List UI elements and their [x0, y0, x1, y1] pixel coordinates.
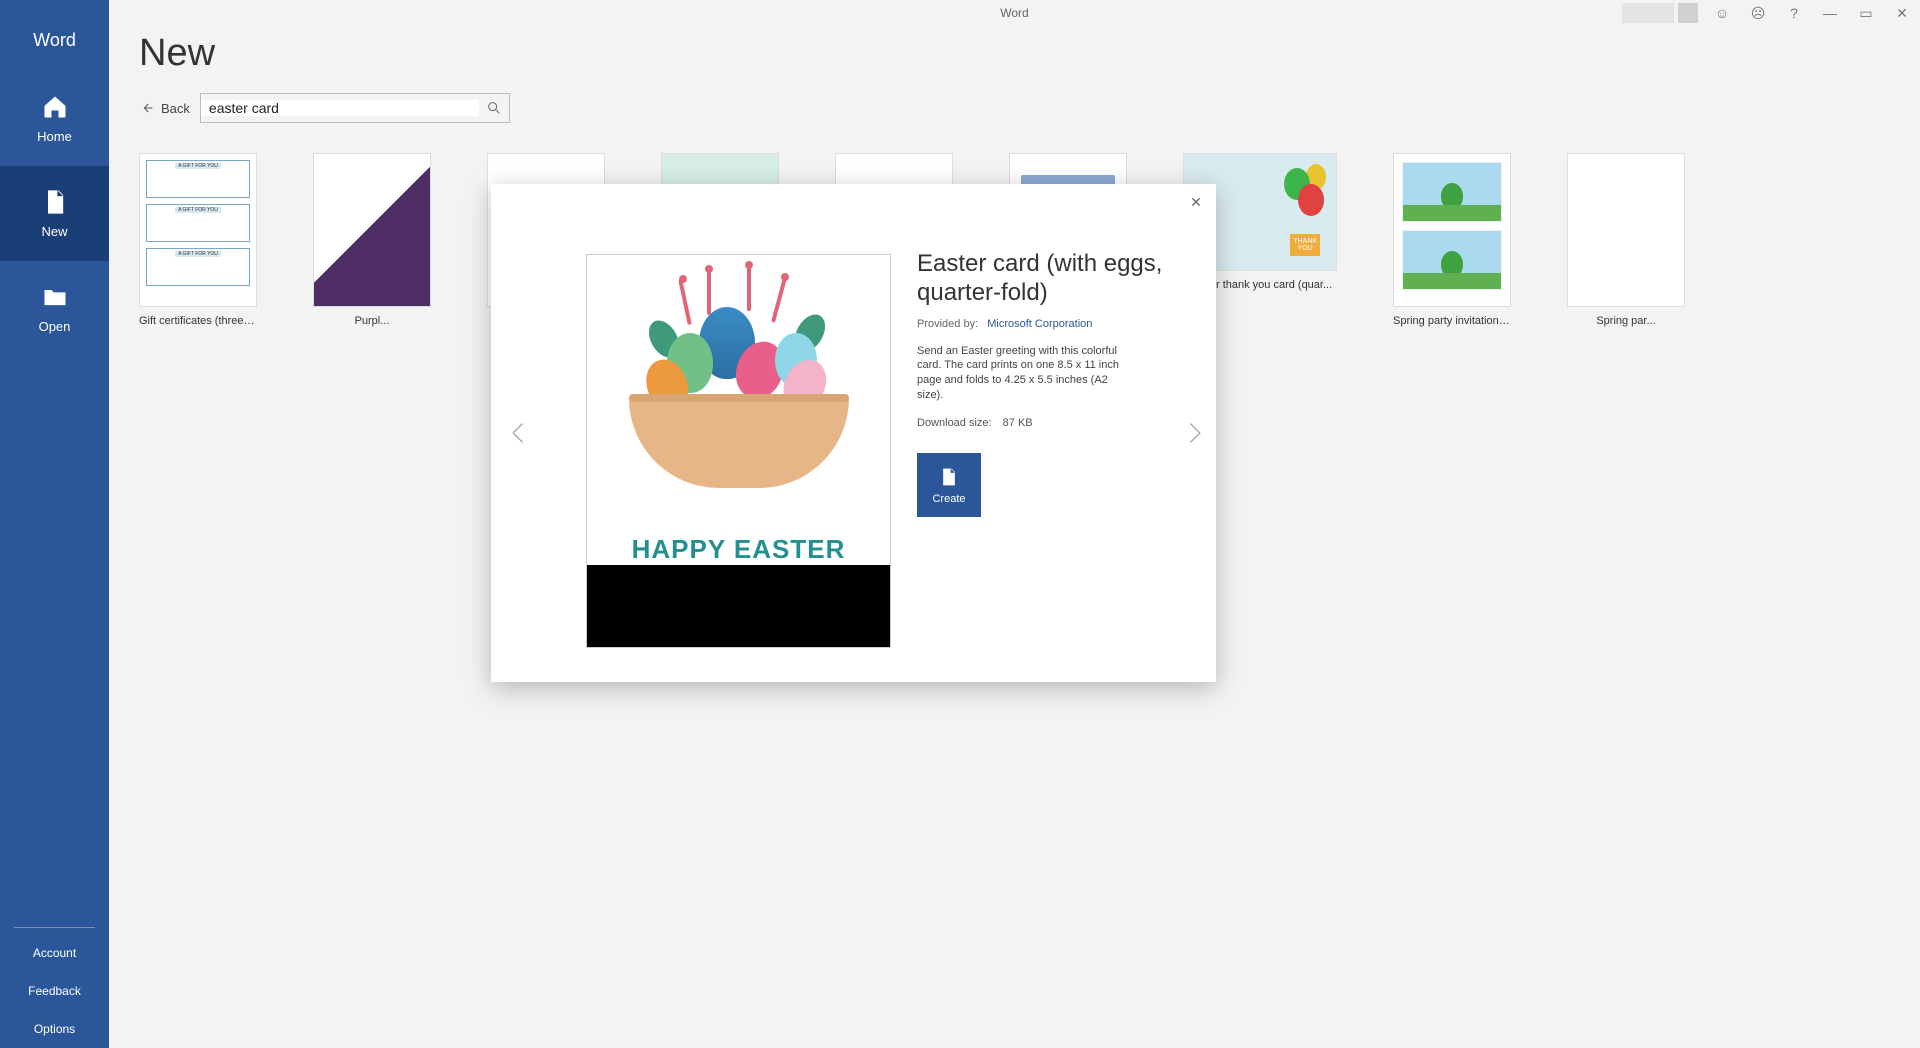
main-content: New Back Gift certificates (three per p.… [109, 26, 1920, 1048]
template-card[interactable]: Spring par... [1567, 153, 1685, 327]
folder-open-icon [41, 283, 69, 311]
face-smile-icon[interactable]: ☺ [1704, 0, 1740, 26]
dialog-prev-button[interactable] [503, 417, 535, 449]
new-doc-icon [41, 188, 69, 216]
sidebar-item-new[interactable]: New [0, 166, 109, 261]
close-button[interactable]: ✕ [1884, 0, 1920, 26]
template-preview-image: HAPPY EASTER [586, 254, 891, 648]
create-button[interactable]: Create [917, 453, 981, 517]
dialog-close-button[interactable]: ✕ [1186, 192, 1206, 212]
template-thumbnail [1567, 153, 1685, 307]
title-bar: Word ☺ ☹ ? — ▭ ✕ [109, 0, 1920, 26]
template-card[interactable]: Gift certificates (three per p... [139, 153, 257, 327]
sidebar-item-label: New [41, 224, 67, 239]
sidebar-item-home[interactable]: Home [0, 71, 109, 166]
sidebar-item-open[interactable]: Open [0, 261, 109, 356]
template-thumbnail [1393, 153, 1511, 307]
sidebar-item-label: Open [39, 319, 71, 334]
arrow-left-icon [139, 100, 155, 116]
download-size-label: Download size: [917, 417, 992, 429]
template-thumbnail [139, 153, 257, 307]
page-title: New [139, 32, 1890, 75]
sidebar-item-options[interactable]: Options [0, 1010, 109, 1048]
window-title: Word [1000, 6, 1028, 20]
provider-link[interactable]: Microsoft Corporation [987, 318, 1092, 330]
sidebar-item-label: Home [37, 129, 72, 144]
template-preview-dialog: ✕ HAPPY EASTER Easter card (with eggs, q… [491, 184, 1216, 682]
restore-button[interactable]: ▭ [1848, 0, 1884, 26]
minimize-button[interactable]: — [1812, 0, 1848, 26]
user-avatar[interactable] [1678, 3, 1698, 23]
sidebar-item-account[interactable]: Account [0, 934, 109, 972]
template-title: Easter card (with eggs, quarter-fold) [917, 250, 1192, 308]
sidebar-item-feedback[interactable]: Feedback [0, 972, 109, 1010]
user-name-placeholder[interactable] [1622, 3, 1674, 23]
template-details: Easter card (with eggs, quarter-fold) Pr… [917, 250, 1192, 517]
document-icon [939, 465, 959, 489]
template-caption: Purpl... [355, 315, 390, 327]
preview-heading: HAPPY EASTER [632, 534, 846, 565]
back-label: Back [161, 101, 190, 116]
arrow-left-icon [505, 419, 533, 447]
template-search [200, 93, 510, 123]
provided-by-label: Provided by: [917, 318, 978, 330]
template-description: Send an Easter greeting with this colorf… [917, 344, 1127, 403]
home-icon [41, 93, 69, 121]
template-thumbnail: HAPPTO [FAMILY [313, 153, 431, 307]
create-label: Create [932, 493, 965, 505]
search-button[interactable] [479, 94, 509, 122]
search-icon [486, 100, 502, 116]
template-caption: Spring par... [1596, 315, 1655, 327]
download-size-value: 87 KB [1003, 417, 1033, 429]
face-sad-icon[interactable]: ☹ [1740, 0, 1776, 26]
backstage-sidebar: Word Home New Open Account Feedback Opti… [0, 0, 109, 1048]
back-button[interactable]: Back [139, 100, 190, 116]
help-icon[interactable]: ? [1776, 0, 1812, 26]
template-caption: Gift certificates (three per p... [139, 315, 257, 327]
template-caption: Spring party invitations (2... [1393, 315, 1511, 327]
template-card[interactable]: HAPPTO [FAMILY Purpl... [313, 153, 431, 327]
app-name: Word [0, 0, 109, 71]
search-input[interactable] [201, 100, 479, 116]
template-card[interactable]: Spring party invitations (2... [1393, 153, 1511, 327]
